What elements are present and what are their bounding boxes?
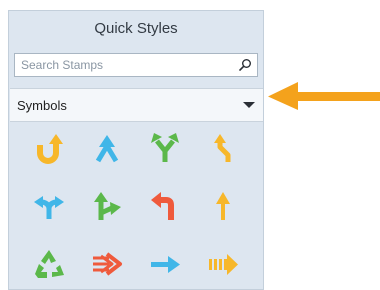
search-field[interactable] [14, 53, 258, 77]
split-arrow-icon [151, 133, 179, 162]
right-arrow-icon [151, 256, 180, 273]
stamp-zigzag-arrow[interactable] [199, 125, 247, 171]
u-turn-arrow-icon [37, 134, 63, 164]
stamp-right-arrow[interactable] [141, 241, 189, 287]
branch-right-arrow-icon [94, 192, 121, 220]
chevron-down-icon[interactable] [243, 102, 255, 108]
zigzag-arrow-icon [214, 134, 231, 162]
stamp-up-arrow[interactable] [199, 183, 247, 229]
up-arrow-icon [216, 192, 230, 220]
stamp-u-turn-arrow[interactable] [25, 125, 73, 171]
stamp-merge-arrow[interactable] [83, 125, 131, 171]
stamp-recycle[interactable] [25, 241, 73, 287]
left-arrow-icon [268, 82, 380, 110]
stamp-striped-arrow[interactable] [199, 241, 247, 287]
stamp-fork-arrow[interactable] [25, 183, 73, 229]
callout-arrow [268, 82, 380, 110]
search-input[interactable] [15, 55, 235, 75]
panel-title: Quick Styles [94, 19, 178, 37]
fork-arrow-icon [34, 196, 64, 219]
striped-arrow-icon [209, 254, 238, 275]
quick-styles-panel: Quick Styles Symbols [8, 10, 264, 290]
turn-left-arrow-icon [151, 192, 174, 220]
recycle-icon [35, 250, 64, 278]
triple-chevron-arrow-icon [93, 252, 122, 276]
stamp-branch-right-arrow[interactable] [83, 183, 131, 229]
stamp-triple-chevron-arrow[interactable] [83, 241, 131, 287]
merge-arrow-icon [95, 135, 119, 163]
dropdown-selected-value: Symbols [17, 97, 67, 113]
stamp-category-dropdown[interactable]: Symbols [10, 88, 263, 122]
search-icon[interactable] [235, 55, 255, 75]
stamp-turn-left-arrow[interactable] [141, 183, 189, 229]
stamp-split-arrow[interactable] [141, 125, 189, 171]
